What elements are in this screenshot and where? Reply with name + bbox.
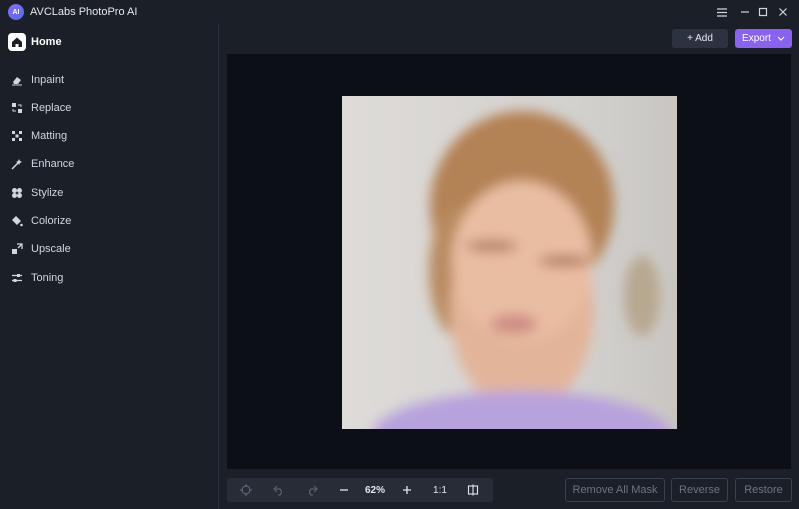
replace-icon	[11, 102, 23, 114]
sidebar-item-label: Home	[31, 36, 62, 48]
home-icon	[8, 33, 26, 51]
paint-bucket-icon	[11, 215, 23, 227]
zoom-toolbar: 62% 1:1	[227, 478, 493, 502]
sidebar-item-inpaint[interactable]: Inpaint	[11, 72, 64, 88]
stylize-icon	[11, 187, 23, 199]
sidebar-item-label: Toning	[31, 272, 64, 284]
sidebar-item-label: Enhance	[31, 158, 75, 170]
sidebar-item-colorize[interactable]: Colorize	[11, 213, 71, 229]
sidebar-item-matting[interactable]: Matting	[11, 128, 67, 144]
restore-button[interactable]: Restore	[735, 478, 792, 502]
actual-size-button[interactable]: 1:1	[427, 478, 453, 502]
maximize-icon[interactable]	[755, 4, 771, 20]
matting-icon	[11, 130, 23, 142]
compare-icon[interactable]	[464, 478, 482, 502]
enhance-icon	[11, 158, 23, 170]
minimize-icon[interactable]	[737, 4, 753, 20]
eraser-icon	[11, 74, 23, 86]
add-button[interactable]: + Add	[672, 29, 728, 48]
sidebar-item-label: Upscale	[31, 243, 71, 255]
sidebar-item-label: Colorize	[31, 215, 72, 227]
menu-icon[interactable]	[714, 4, 730, 20]
chevron-down-icon	[777, 36, 785, 41]
sidebar-item-upscale[interactable]: Upscale	[11, 241, 71, 257]
sidebar-item-enhance[interactable]: Enhance	[11, 156, 74, 172]
zoom-in-icon[interactable]	[398, 478, 416, 502]
app-logo: AI	[8, 4, 24, 20]
sidebar: Home Inpaint Replace Matting Enhance Sty…	[0, 24, 219, 509]
remove-all-mask-button[interactable]: Remove All Mask	[565, 478, 665, 502]
image-canvas[interactable]	[227, 54, 791, 469]
sidebar-item-home[interactable]: Home	[8, 33, 62, 51]
reset-view-icon[interactable]	[237, 478, 255, 502]
sidebar-item-replace[interactable]: Replace	[11, 100, 71, 116]
reverse-button[interactable]: Reverse	[671, 478, 728, 502]
redo-icon[interactable]	[303, 478, 321, 502]
sliders-icon	[11, 272, 23, 284]
sidebar-item-stylize[interactable]: Stylize	[11, 185, 63, 201]
sidebar-item-label: Replace	[31, 102, 72, 114]
sidebar-item-label: Stylize	[31, 187, 64, 199]
app-title: AVCLabs PhotoPro AI	[30, 6, 138, 18]
undo-icon[interactable]	[270, 478, 288, 502]
close-icon[interactable]	[775, 4, 791, 20]
sidebar-item-toning[interactable]: Toning	[11, 270, 63, 286]
export-button[interactable]: Export	[735, 29, 792, 48]
export-button-label: Export	[742, 33, 771, 44]
sidebar-item-label: Inpaint	[31, 74, 65, 86]
title-bar: AI AVCLabs PhotoPro AI	[0, 0, 799, 24]
sidebar-item-label: Matting	[31, 130, 68, 142]
photo-preview	[342, 96, 677, 429]
upscale-icon	[11, 243, 23, 255]
zoom-out-icon[interactable]	[335, 478, 353, 502]
zoom-level: 62%	[364, 484, 385, 496]
